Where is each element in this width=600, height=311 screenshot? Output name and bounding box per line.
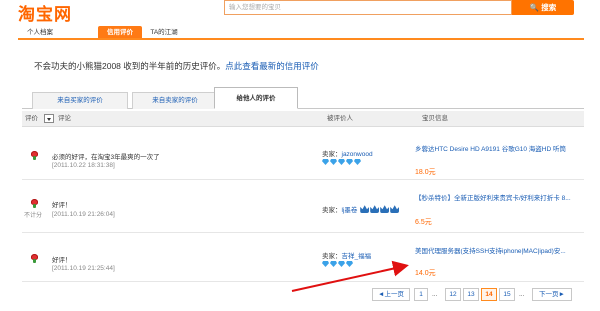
- next-page-button[interactable]: 下一页►: [532, 288, 572, 301]
- page-link-1[interactable]: 1: [414, 288, 428, 301]
- good-rating-icon: [30, 254, 39, 263]
- good-rating-icon: [30, 151, 39, 160]
- tab-from-buyers[interactable]: 来自买家的评价: [32, 92, 128, 109]
- seller-prefix: 卖家：: [322, 151, 342, 158]
- rating-date: [2011.10.22 18:31:38]: [52, 162, 115, 169]
- item-link[interactable]: 【秒杀特价】全新正版好利来贵宾卡/好利来打折卡 8...: [415, 193, 590, 204]
- tab-to-others[interactable]: 给他人的评价: [214, 87, 298, 109]
- prev-page-button[interactable]: ◄上一页: [372, 288, 410, 301]
- seller-prefix: 卖家：: [322, 253, 342, 260]
- rating-comment: 必须的好评，在淘宝3年最爽的一次了: [52, 154, 160, 161]
- search-button-label: 搜索: [541, 3, 557, 12]
- item-link[interactable]: 乡蓉达HTC Desire HD A9191 谷歌G10 海盗HD 听筒: [415, 144, 590, 155]
- rated-seller: 卖家：jazonwood: [322, 148, 373, 158]
- search-button[interactable]: 🔍 搜索: [512, 0, 574, 15]
- rating-date: [2011.10.19 21:25:44]: [52, 265, 115, 272]
- col-comment: 评论: [58, 115, 71, 122]
- rating-date: [2011.10.19 21:26:04]: [52, 211, 115, 218]
- col-rated-user: 被评价人: [327, 115, 353, 122]
- page-current-14[interactable]: 14: [481, 288, 497, 301]
- rating-comment: 好评！: [52, 202, 72, 209]
- page-ellipsis: ...: [519, 291, 525, 298]
- headline-text: 不会功夫的小熊猫2008 收到的半年前的历史评价。: [34, 61, 226, 71]
- latest-rating-link[interactable]: 点此查看最新的信用评价: [225, 61, 319, 71]
- rating-filter-select[interactable]: [44, 114, 54, 123]
- col-rating: 评价: [25, 115, 38, 122]
- page-headline: 不会功夫的小熊猫2008 收到的半年前的历史评价。点此查看最新的信用评价: [34, 60, 319, 72]
- seller-diamond-icon: [322, 159, 362, 167]
- seller-name-link[interactable]: lj墨卷: [342, 207, 358, 214]
- good-rating-icon: [30, 199, 39, 208]
- taobao-logo[interactable]: 淘宝网: [18, 0, 72, 25]
- tab-from-sellers[interactable]: 来自卖家的评价: [132, 92, 218, 109]
- rated-seller: 卖家：lj墨卷: [322, 204, 400, 215]
- item-price: 14.0元: [415, 270, 436, 277]
- seller-diamond-icon: [322, 261, 354, 269]
- nav-divider: [18, 38, 584, 40]
- rated-seller: 卖家：吉祥_福福: [322, 250, 371, 260]
- seller-crown-icon: [359, 205, 400, 215]
- search-icon: 🔍: [529, 3, 540, 12]
- item-price: 18.0元: [415, 169, 436, 176]
- page-link-13[interactable]: 13: [463, 288, 479, 301]
- rating-subtabs: 来自买家的评价 来自卖家的评价 给他人的评价: [22, 86, 584, 109]
- rating-comment: 好评！: [52, 257, 72, 264]
- item-link[interactable]: 美国代理服务器(支持SSH支持iphone|MAC|ipad)安...: [415, 246, 590, 257]
- seller-name-link[interactable]: 吉祥_福福: [342, 253, 372, 260]
- page-link-12[interactable]: 12: [445, 288, 461, 301]
- page-link-15[interactable]: 15: [499, 288, 515, 301]
- table-header: 评价 评论 被评价人 宝贝信息: [22, 111, 584, 127]
- not-counted-label: 不计分: [24, 213, 43, 219]
- col-item-info: 宝贝信息: [422, 115, 448, 122]
- table-row: 不计分 好评！ [2011.10.19 21:26:04] 卖家：lj墨卷 【秒…: [22, 181, 584, 233]
- table-row: 必须的好评，在淘宝3年最爽的一次了 [2011.10.22 18:31:38] …: [22, 128, 584, 180]
- search-input[interactable]: 输入您想要的宝贝: [224, 0, 512, 15]
- table-row: 好评！ [2011.10.19 21:25:44] 卖家：吉祥_福福 美国代理服…: [22, 234, 584, 282]
- seller-name-link[interactable]: jazonwood: [342, 151, 373, 158]
- page-ellipsis: ...: [432, 291, 438, 298]
- item-price: 6.5元: [415, 219, 432, 226]
- seller-prefix: 卖家：: [322, 207, 342, 214]
